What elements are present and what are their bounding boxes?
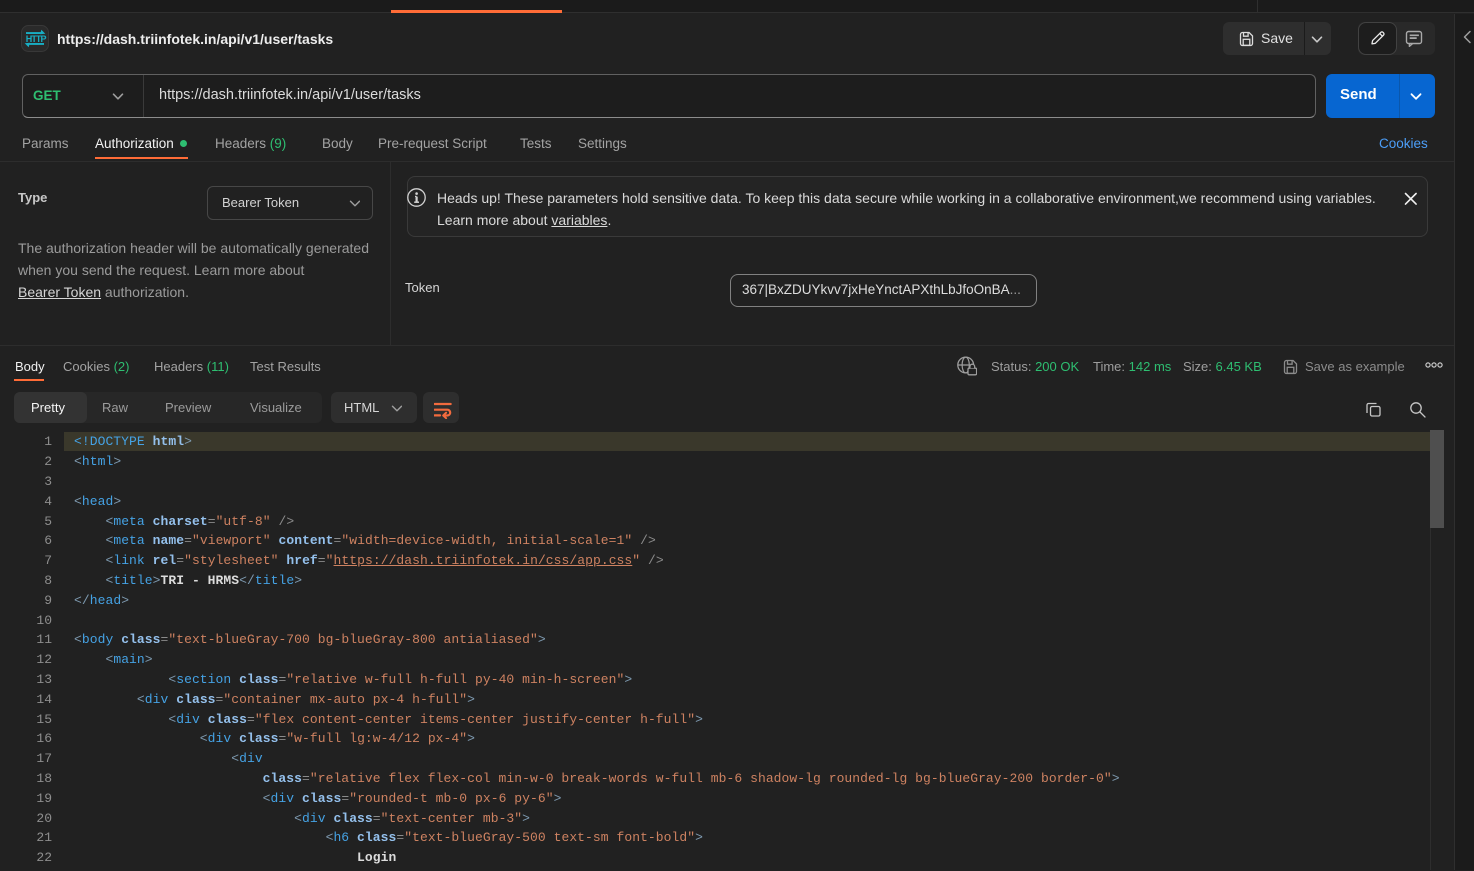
svg-text:HTTP: HTTP: [26, 34, 47, 44]
